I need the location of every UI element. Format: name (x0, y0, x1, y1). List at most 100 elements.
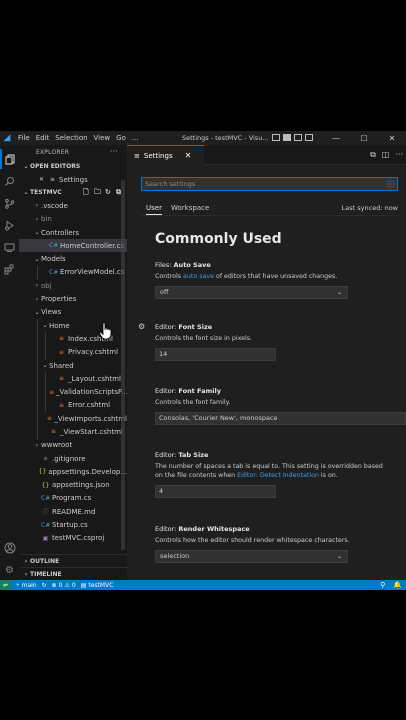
tab-workspace[interactable]: Workspace (171, 204, 209, 212)
setting-description: Controls how the editor should render wh… (155, 537, 350, 544)
editor-scrollbar[interactable] (400, 215, 406, 575)
tree-item-label: Startup.cs (52, 521, 88, 530)
tree-file[interactable]: {} appsettings.Develop... (19, 465, 127, 478)
tree-file[interactable]: ≡ Error.cshtml (19, 398, 127, 413)
source-control-icon[interactable] (0, 193, 19, 213)
more-actions-icon[interactable]: ··· (110, 147, 118, 156)
auto-save-select[interactable]: off ⌄ (155, 286, 348, 299)
tree-file[interactable]: ⓘ README.md (19, 505, 127, 518)
toggle-primary-sidebar-icon[interactable] (272, 134, 280, 141)
new-folder-icon[interactable]: 🗀 (94, 189, 101, 196)
close-icon[interactable]: ✕ (37, 176, 46, 183)
live-share-icon[interactable]: ⚲ (380, 581, 385, 589)
problems-status[interactable]: ⊗ 0 ⚠ 0 (52, 582, 76, 589)
tree-folder[interactable]: › .vscode (19, 199, 127, 212)
close-icon[interactable]: ✕ (378, 131, 406, 145)
project-section[interactable]: ⌄ TESTMVC 🗋 🗀 ↻ ⧉ (19, 186, 127, 199)
menu-view[interactable]: View (94, 134, 111, 142)
editor-actions: ⧉ ◫ ··· (370, 150, 403, 160)
tree-file[interactable]: C# Startup.cs (19, 518, 127, 531)
close-icon[interactable]: ✕ (185, 151, 192, 160)
outline-label: OUTLINE (30, 557, 60, 565)
setting-title: Editor: Render Whitespace (155, 525, 250, 533)
razor-file-icon: ≡ (58, 335, 65, 343)
run-debug-icon[interactable] (0, 215, 19, 235)
setting-description: Controls auto save of editors that have … (155, 273, 338, 280)
tree-file[interactable]: {} appsettings.json (19, 479, 127, 492)
window-title: Settings - testMVC - Visu... (182, 134, 269, 142)
font-family-input[interactable]: Consolas, 'Courier New', monospace (155, 412, 406, 425)
tab-size-input[interactable]: 4 (155, 485, 276, 498)
setting-title: Editor: Font Size (155, 323, 213, 331)
remote-indicator-icon[interactable]: ⇌ (0, 580, 11, 590)
menu-file[interactable]: File (18, 134, 30, 142)
tree-file[interactable]: ≡ Privacy.cshtml (19, 345, 127, 359)
tree-file[interactable]: ≡ _ViewImports.cshtml (19, 412, 127, 426)
minimize-icon[interactable]: — (322, 131, 350, 145)
maximize-icon[interactable]: ☐ (350, 131, 378, 145)
tree-file[interactable]: ≡ _Layout.cshtml (19, 372, 127, 386)
menu-more[interactable]: ... (132, 134, 139, 142)
project-status[interactable]: ▤ testMVC (81, 582, 114, 589)
notifications-bell-icon[interactable]: 🔔 (393, 581, 402, 589)
sidebar-scrollbar[interactable] (121, 180, 125, 550)
filter-icon[interactable] (387, 180, 395, 188)
setting-gear-icon[interactable]: ⚙ (138, 322, 145, 331)
tree-folder[interactable]: › Properties (19, 292, 127, 305)
auto-save-link[interactable]: auto save (183, 273, 214, 280)
tree-item-label: obj (41, 281, 52, 290)
new-file-icon[interactable]: 🗋 (83, 189, 90, 196)
render-whitespace-select[interactable]: selection ⌄ (155, 550, 348, 563)
search-settings-input[interactable]: Search settings (141, 177, 398, 191)
toggle-secondary-sidebar-icon[interactable] (294, 134, 302, 141)
tree-item-label: _ViewImports.cshtml (54, 414, 127, 423)
toggle-panel-icon[interactable] (283, 134, 291, 141)
open-editors-section[interactable]: ⌄ OPEN EDITORS (19, 160, 127, 173)
tree-file[interactable]: ≡ _ViewStart.cshtml (19, 425, 127, 439)
tree-folder[interactable]: ⌄ Views (19, 306, 127, 319)
razor-file-icon: ≡ (58, 401, 65, 409)
explorer-icon[interactable] (0, 149, 19, 169)
tree-file[interactable]: C# ErrorViewModel.cs (19, 265, 127, 280)
extensions-icon[interactable] (0, 259, 19, 279)
settings-tab-icon: ≡ (134, 151, 140, 160)
tree-folder[interactable]: › wwwroot (19, 439, 127, 452)
manage-gear-icon[interactable]: ⚙ (0, 560, 19, 580)
tree-folder[interactable]: › bin (19, 213, 127, 226)
explorer-sidebar: EXPLORER ··· ⌄ OPEN EDITORS ✕ ≡ Settings… (19, 145, 127, 580)
menu-edit[interactable]: Edit (36, 134, 50, 142)
tab-user[interactable]: User (146, 204, 162, 215)
last-synced-status: Last synced: now (341, 204, 398, 212)
tree-file[interactable]: ≡ _ValidationScriptsP... (19, 385, 127, 399)
open-editors-label: OPEN EDITORS (30, 163, 81, 170)
open-settings-json-icon[interactable]: ⧉ (370, 150, 376, 160)
accounts-icon[interactable] (0, 538, 19, 558)
detect-indentation-link[interactable]: Editor: Detect Indentation (237, 472, 319, 479)
more-actions-icon[interactable]: ··· (395, 150, 403, 160)
tree-folder[interactable]: ⌄ Models (19, 252, 127, 265)
branch-status[interactable]: ⑂ main (16, 582, 37, 589)
refresh-icon[interactable]: ↻ (105, 189, 112, 196)
menu-go[interactable]: Go (116, 134, 126, 142)
sync-status[interactable]: ↻ (42, 582, 47, 589)
tree-file[interactable]: ▣ testMVC.csproj (19, 532, 127, 545)
tree-file[interactable]: C# HomeController.cs (19, 239, 127, 253)
remote-explorer-icon[interactable] (0, 237, 19, 257)
chevron-right-icon: › (24, 557, 28, 565)
outline-section[interactable]: › OUTLINE (19, 554, 127, 567)
tree-file[interactable]: ◆ .gitignore (19, 452, 127, 465)
explorer-title: EXPLORER (36, 149, 70, 156)
branch-icon: ⑂ (16, 581, 20, 589)
timeline-section[interactable]: › TIMELINE (19, 567, 127, 580)
tree-file[interactable]: C# Program.cs (19, 492, 127, 505)
tree-folder[interactable]: ⌄ Controllers (19, 226, 127, 239)
tab-settings[interactable]: ≡ Settings ✕ (127, 145, 204, 165)
font-size-input[interactable]: 14 (155, 348, 276, 361)
tree-folder[interactable]: › obj (19, 279, 127, 292)
menu-selection[interactable]: Selection (55, 134, 87, 142)
split-editor-icon[interactable]: ◫ (382, 150, 390, 160)
tree-folder[interactable]: ⌄ Shared (19, 358, 127, 373)
search-icon[interactable] (0, 171, 19, 191)
open-editor-item[interactable]: ✕ ≡ Settings (19, 173, 127, 186)
customize-layout-icon[interactable] (305, 134, 313, 141)
